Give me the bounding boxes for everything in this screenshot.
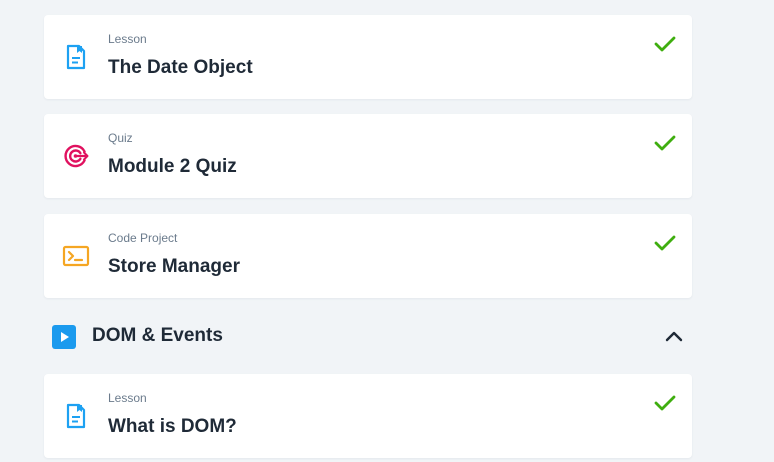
item-type-label: Quiz — [108, 131, 133, 145]
lesson-item-what-is-dom[interactable]: Lesson What is DOM? — [44, 374, 692, 458]
quiz-item-module-2-quiz[interactable]: Quiz Module 2 Quiz — [44, 114, 692, 198]
quiz-target-icon — [64, 144, 89, 168]
completed-check-icon — [654, 235, 676, 251]
chevron-up-icon[interactable] — [664, 328, 684, 344]
section-header-dom-events[interactable]: DOM & Events — [44, 313, 692, 359]
item-type-label: Lesson — [108, 32, 147, 46]
section-title: DOM & Events — [92, 325, 223, 346]
completed-check-icon — [654, 36, 676, 52]
completed-check-icon — [654, 135, 676, 151]
item-title: Store Manager — [108, 256, 240, 277]
code-project-item-store-manager[interactable]: Code Project Store Manager — [44, 214, 692, 298]
play-icon — [52, 325, 76, 349]
item-title: What is DOM? — [108, 416, 237, 437]
lesson-icon — [66, 44, 86, 70]
item-type-label: Code Project — [108, 231, 178, 245]
completed-check-icon — [654, 395, 676, 411]
item-title: The Date Object — [108, 57, 253, 78]
item-title: Module 2 Quiz — [108, 156, 237, 177]
terminal-icon — [62, 245, 90, 267]
item-type-label: Lesson — [108, 391, 147, 405]
lesson-item-the-date-object[interactable]: Lesson The Date Object — [44, 15, 692, 99]
lesson-icon — [66, 403, 86, 429]
